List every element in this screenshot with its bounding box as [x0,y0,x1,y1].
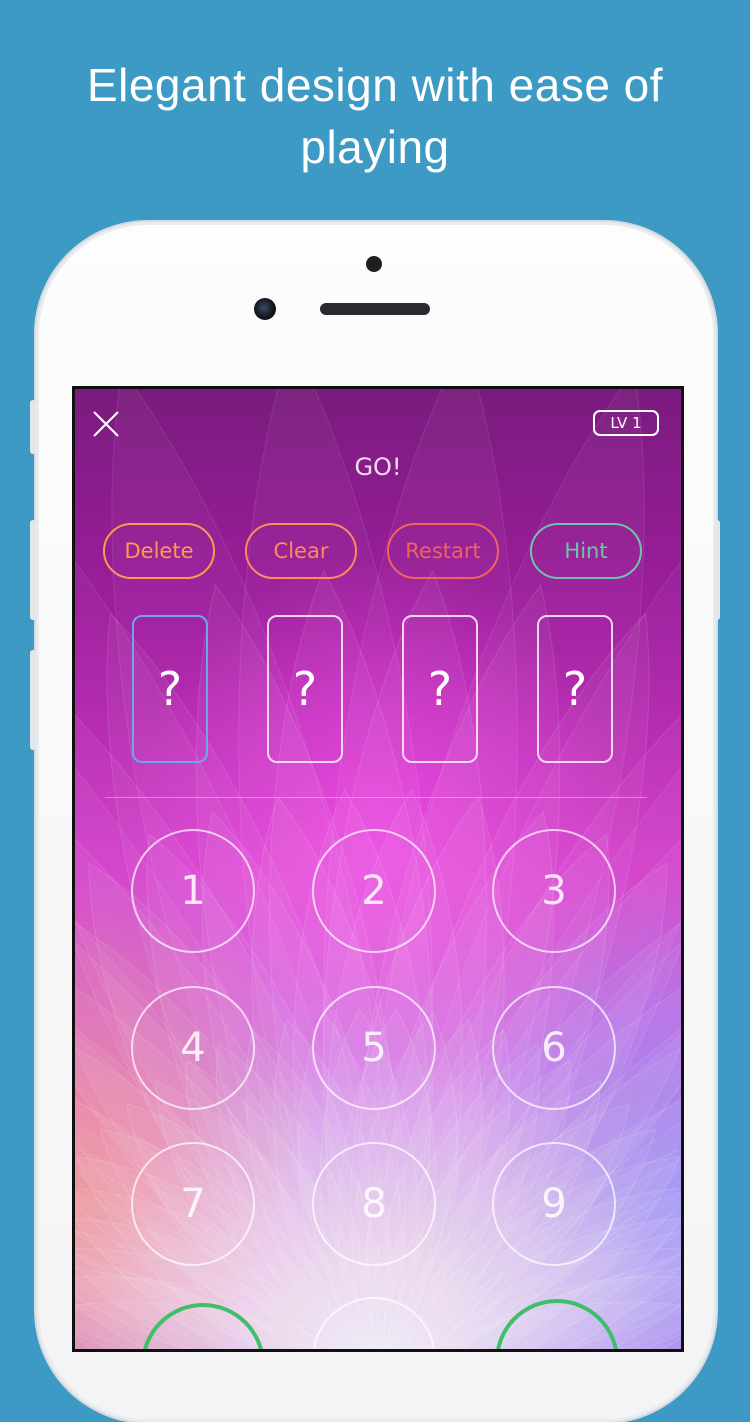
phone-power-button [714,520,720,620]
game-status: GO! [354,453,402,481]
phone-volume-down [30,650,36,750]
close-icon [93,411,119,437]
key-5[interactable]: 5 [312,986,436,1110]
answer-slot-4[interactable]: ? [537,615,613,763]
key-1[interactable]: 1 [131,829,255,953]
key-4[interactable]: 4 [131,986,255,1110]
close-button[interactable] [89,407,123,441]
headline-line-1: Elegant design with ease of [86,59,664,111]
key-6[interactable]: 6 [492,986,616,1110]
key-9[interactable]: 9 [492,1142,616,1266]
earpiece-speaker [320,303,430,315]
level-badge: LV 1 [593,410,659,436]
restart-button[interactable]: Restart [387,523,499,579]
delete-button[interactable]: Delete [103,523,215,579]
key-8[interactable]: 8 [312,1142,436,1266]
answer-slot-3[interactable]: ? [402,615,478,763]
proximity-sensor [366,256,382,272]
game-screen: LV 1 GO! Delete Clear Restart Hint ? ? ?… [72,386,684,1352]
phone-mute-switch [30,400,36,454]
divider [105,797,647,798]
phone-volume-up [30,520,36,620]
headline-line-2: playing [300,121,450,173]
clear-button[interactable]: Clear [245,523,357,579]
key-3[interactable]: 3 [492,829,616,953]
key-2[interactable]: 2 [312,829,436,953]
front-camera [254,298,276,320]
answer-slot-2[interactable]: ? [267,615,343,763]
headline: Elegant design with ease of playing [0,54,750,178]
key-7[interactable]: 7 [131,1142,255,1266]
hint-button[interactable]: Hint [530,523,642,579]
answer-slot-1[interactable]: ? [132,615,208,763]
